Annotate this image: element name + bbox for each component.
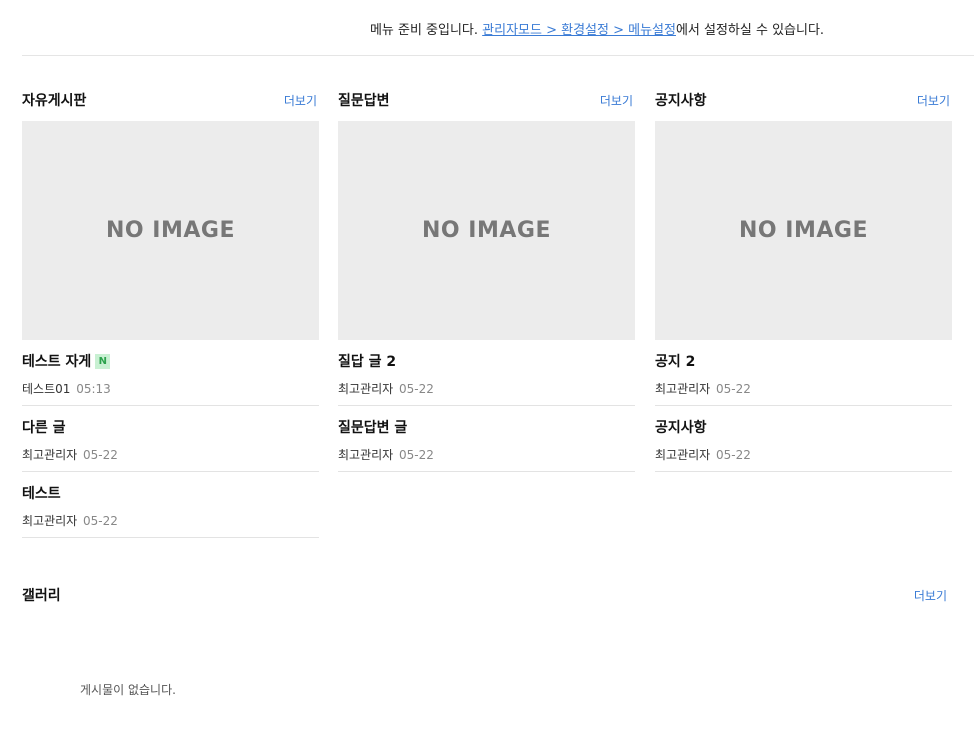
no-image-text: NO IMAGE: [106, 218, 235, 243]
notice-suffix: 에서 설정하실 수 있습니다.: [675, 23, 825, 38]
no-image-text: NO IMAGE: [422, 218, 551, 243]
gallery-more-link[interactable]: 더보기: [914, 587, 947, 604]
post-title[interactable]: 테스트: [22, 483, 61, 503]
post-author: 최고관리자: [22, 448, 78, 462]
post-date: 05-22: [716, 448, 751, 462]
list-item[interactable]: 공지 2 최고관리자 05-22: [655, 340, 952, 406]
gallery-header: 갤러리 더보기: [22, 585, 949, 605]
more-link[interactable]: 더보기: [600, 92, 633, 109]
header-divider: [22, 55, 974, 56]
thumbnail-placeholder[interactable]: NO IMAGE: [338, 121, 635, 340]
notice-text: 메뉴 준비 중입니다.: [369, 23, 483, 38]
post-title[interactable]: 질답 글 2: [338, 351, 396, 371]
post-author: 최고관리자: [655, 382, 711, 396]
more-link[interactable]: 더보기: [917, 92, 950, 109]
post-title[interactable]: 테스트 자게: [22, 351, 91, 371]
board-notice: 공지사항 더보기 NO IMAGE 공지 2 최고관리자 05-22 공지사항 …: [655, 90, 952, 472]
empty-message: 게시물이 없습니다.: [80, 683, 176, 697]
list-item[interactable]: 다른 글 최고관리자 05-22: [22, 406, 319, 472]
post-title[interactable]: 다른 글: [22, 417, 66, 437]
post-title[interactable]: 질문답변 글: [338, 417, 407, 437]
post-author: 최고관리자: [655, 448, 711, 462]
post-author: 최고관리자: [22, 514, 78, 528]
menu-notice: 메뉴 준비 중입니다. 관리자모드 > 환경설정 > 메뉴설정에서 설정하실 수…: [0, 19, 974, 38]
new-badge: N: [95, 353, 111, 369]
board-title: 공지사항: [655, 93, 707, 109]
post-title[interactable]: 공지 2: [655, 351, 695, 371]
list-item[interactable]: 테스트 최고관리자 05-22: [22, 472, 319, 538]
gallery-title: 갤러리: [22, 588, 61, 604]
board-qna: 질문답변 더보기 NO IMAGE 질답 글 2 최고관리자 05-22 질문답…: [338, 90, 635, 472]
list-item[interactable]: 테스트 자게 N 테스트01 05:13: [22, 340, 319, 406]
board-free: 자유게시판 더보기 NO IMAGE 테스트 자게 N 테스트01 05:13 다…: [22, 90, 319, 538]
post-date: 05-22: [716, 382, 751, 396]
thumbnail-placeholder[interactable]: NO IMAGE: [655, 121, 952, 340]
post-author: 최고관리자: [338, 448, 394, 462]
list-item[interactable]: 질답 글 2 최고관리자 05-22: [338, 340, 635, 406]
thumbnail-placeholder[interactable]: NO IMAGE: [22, 121, 319, 340]
post-date: 05-22: [399, 382, 434, 396]
more-link[interactable]: 더보기: [284, 92, 317, 109]
list-item[interactable]: 공지사항 최고관리자 05-22: [655, 406, 952, 472]
post-author: 테스트01: [22, 382, 71, 396]
list-item[interactable]: 질문답변 글 최고관리자 05-22: [338, 406, 635, 472]
post-date: 05-22: [399, 448, 434, 462]
menu-settings-link[interactable]: 관리자모드 > 환경설정 > 메뉴설정: [482, 23, 676, 38]
post-title[interactable]: 공지사항: [655, 417, 707, 437]
no-image-text: NO IMAGE: [739, 218, 868, 243]
post-date: 05-22: [83, 514, 118, 528]
post-author: 최고관리자: [338, 382, 394, 396]
post-date: 05-22: [83, 448, 118, 462]
board-title: 자유게시판: [22, 93, 87, 109]
board-title: 질문답변: [338, 93, 390, 109]
post-date: 05:13: [76, 382, 111, 396]
